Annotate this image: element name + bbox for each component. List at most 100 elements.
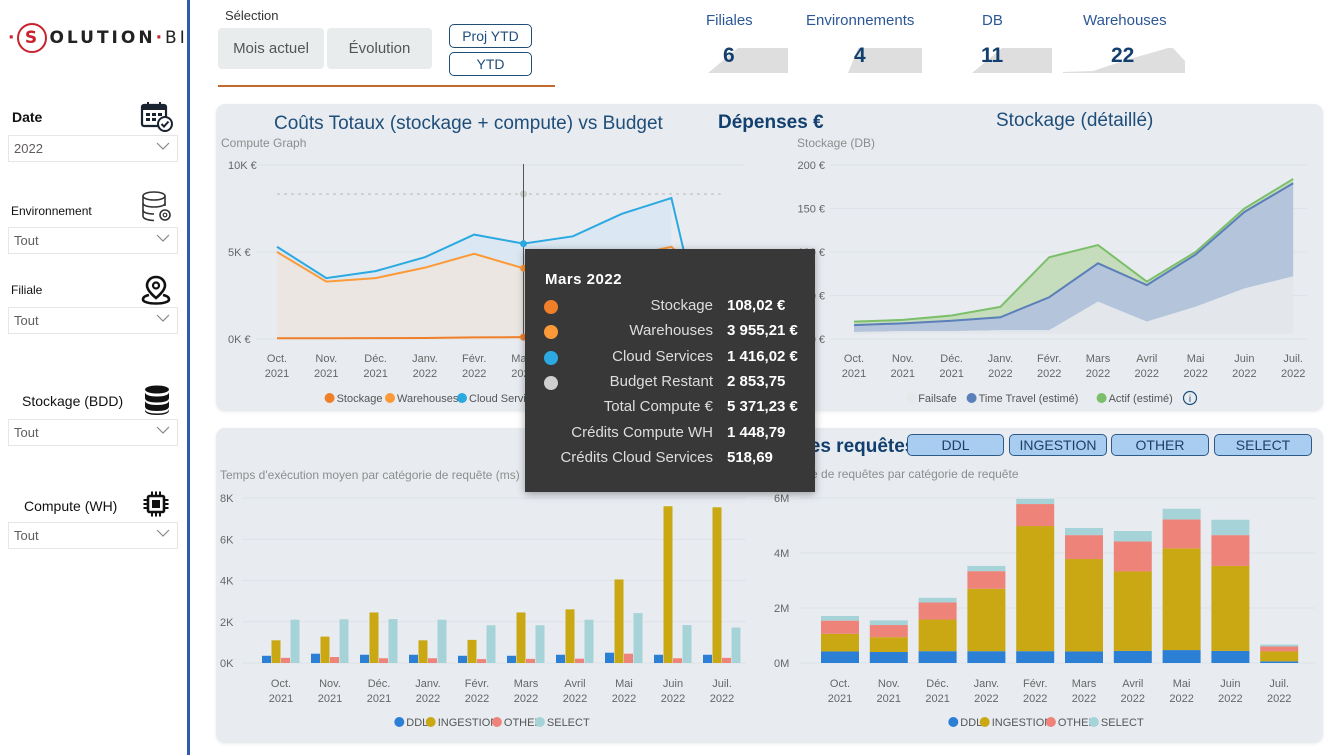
- kpi-environnements: Environnements 4: [806, 12, 936, 76]
- stockage-dropdown[interactable]: Tout: [8, 419, 178, 446]
- x-tick-label: Févr.: [1037, 353, 1061, 365]
- filter-other-button[interactable]: OTHER: [1111, 434, 1209, 456]
- legend-marker-select: [1088, 717, 1099, 727]
- calendar-check-icon: [140, 102, 173, 132]
- bar-segment-ddl: [967, 651, 1006, 663]
- x-tick-label: 2021: [363, 368, 387, 380]
- x-tick-label: 2022: [974, 693, 998, 705]
- environnement-dropdown-value: Tout: [14, 233, 39, 248]
- bar-segment-other: [1065, 535, 1103, 560]
- filter-ingestion-button[interactable]: INGESTION: [1009, 434, 1107, 456]
- bar-other: [477, 659, 486, 663]
- x-tick-label: Mai: [615, 678, 633, 690]
- selection-label: Sélection: [225, 8, 279, 23]
- x-tick-label: Févr.: [1023, 678, 1047, 690]
- tooltip-row-label: Stockage: [650, 297, 713, 314]
- kpi-environnements-title: Environnements: [806, 12, 915, 29]
- x-tick-label: Avril: [1136, 353, 1157, 365]
- x-tick-label: 2022: [1232, 368, 1256, 380]
- stockage-dropdown-value: Tout: [14, 425, 39, 440]
- filter-ddl-button[interactable]: DDL: [907, 434, 1004, 456]
- bar-ddl: [556, 654, 565, 663]
- ytd-button[interactable]: YTD: [449, 52, 532, 76]
- bar-segment-ddl: [1162, 650, 1201, 663]
- slicer-compute-label: Compute (WH): [24, 498, 118, 514]
- x-tick-label: Déc.: [940, 353, 963, 365]
- y-tick-label: 4M: [774, 548, 789, 560]
- bar-segment-ingestion: [1260, 651, 1299, 662]
- bar-other: [526, 658, 535, 663]
- legend-marker-ddl: [948, 717, 959, 727]
- chevron-down-icon: [156, 426, 170, 434]
- x-tick-label: Nov.: [892, 353, 914, 365]
- tooltip-row-label: Budget Restant: [609, 372, 713, 390]
- bar-segment-ingestion: [967, 588, 1006, 652]
- tooltip-row-value: 1 448,79: [727, 423, 786, 441]
- bar-other: [722, 657, 731, 663]
- environnement-dropdown[interactable]: Tout: [8, 227, 178, 254]
- legend-marker-stockage: [324, 393, 335, 403]
- filiale-dropdown-value: Tout: [14, 313, 39, 328]
- y-tick-label: 5K €: [228, 247, 251, 259]
- x-tick-label: 2022: [514, 693, 538, 705]
- x-tick-label: 2022: [1281, 368, 1305, 380]
- x-tick-label: 2022: [1023, 693, 1047, 705]
- bar-ingestion: [614, 579, 624, 663]
- x-tick-label: 2022: [1135, 368, 1159, 380]
- bar-ddl: [458, 655, 467, 663]
- mois-actuel-button[interactable]: Mois actuel: [218, 28, 324, 69]
- evolution-button[interactable]: Évolution: [327, 28, 432, 69]
- tooltip-row-label: Crédits Compute WH: [571, 423, 713, 441]
- hover-tooltip: Mars 2022 Stockage 108,02 € Warehouses 3 95…: [525, 249, 815, 492]
- x-tick-label: 2022: [1037, 368, 1061, 380]
- logo-bi: BI: [165, 28, 188, 48]
- sidebar: · S OLUTION · BI Date 2022 Environnement: [0, 0, 188, 755]
- tooltip-row-stockage: Stockage 108,02 €: [525, 297, 815, 317]
- proj-ytd-button[interactable]: Proj YTD: [449, 24, 532, 48]
- legend-marker-ingestion: [425, 717, 436, 727]
- tooltip-marker-icon: [544, 350, 558, 365]
- tooltip-row-value: 108,02 €: [727, 297, 786, 314]
- tooltip-row-value: 5 371,23 €: [727, 398, 798, 416]
- date-dropdown[interactable]: 2022: [8, 135, 178, 162]
- bar-segment-select: [967, 565, 1006, 572]
- bar-ddl: [507, 655, 516, 663]
- bar-ingestion: [663, 506, 673, 663]
- legend-label-ingestion: INGESTION: [438, 717, 499, 729]
- info-icon[interactable]: i: [1182, 390, 1198, 406]
- x-tick-label: Mars: [1086, 353, 1111, 365]
- compute-chart-subtitle: Compute Graph: [221, 136, 307, 150]
- bar-segment-ddl: [1065, 651, 1103, 663]
- bar-select: [486, 625, 496, 663]
- y-tick-label: 150 €: [797, 204, 825, 216]
- y-tick-label: 0M: [774, 658, 789, 670]
- filiale-dropdown[interactable]: Tout: [8, 307, 178, 334]
- logo-text: OLUTION: [49, 28, 156, 48]
- tooltip-row-label: Cloud Services: [612, 347, 713, 365]
- x-tick-label: 2021: [367, 693, 391, 705]
- cpu-chip-icon: [143, 491, 169, 517]
- legend-label-stockage: Stockage: [337, 393, 383, 405]
- tooltip-marker-icon: [544, 325, 558, 340]
- x-tick-label: Oct.: [830, 678, 850, 690]
- storage-chart-subtitle: Stockage (DB): [797, 136, 876, 150]
- bar-segment-ingestion: [918, 619, 957, 652]
- x-tick-label: 2022: [413, 368, 437, 380]
- bar-segment-select: [1113, 531, 1152, 542]
- tooltip-row-total-compute: Total Compute € 5 371,23 €: [525, 398, 815, 418]
- compute-dropdown[interactable]: Tout: [8, 522, 178, 549]
- bar-segment-select: [1260, 644, 1299, 647]
- bar-segment-other: [1260, 646, 1299, 652]
- bar-segment-ddl: [1211, 650, 1250, 663]
- x-tick-label: 2022: [612, 693, 636, 705]
- legend-marker-actif-estime: [1096, 393, 1107, 403]
- exec-time-chart: 0K 2K 4K 6K 8K Oct. 2021 Nov. 2021 Déc. 2021 Janv. 2…: [220, 493, 746, 729]
- kpi-db-title: DB: [982, 12, 1003, 29]
- legend-marker-time-travel-estime: [966, 393, 977, 403]
- tooltip-row-budget-restant: Budget Restant 2 853,75: [525, 373, 815, 393]
- slicer-filiale-label: Filiale: [11, 283, 43, 297]
- filter-select-button[interactable]: SELECT: [1214, 434, 1312, 456]
- legend-marker-cloud-services: [457, 393, 467, 403]
- bar-select: [633, 613, 643, 663]
- bar-segment-ingestion: [1113, 571, 1152, 651]
